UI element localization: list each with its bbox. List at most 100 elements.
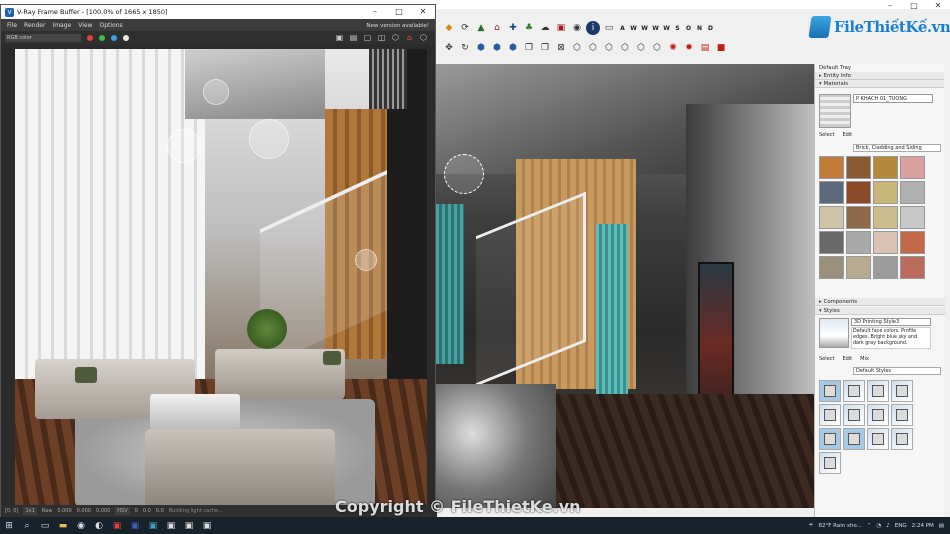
material-swatch[interactable] [819,256,844,279]
style-item[interactable] [843,380,865,402]
materials-header[interactable]: ▾ Materials [815,80,944,88]
lens-effects-icon[interactable]: ⬡ [390,33,401,43]
maximize-button[interactable]: □ [902,0,926,11]
minimize-button[interactable]: – [363,5,387,19]
app-icon[interactable]: ▣ [108,517,126,534]
style-item[interactable] [819,380,841,402]
vray-asset-editor-icon[interactable]: ▤ [698,41,712,55]
material-swatch[interactable] [900,231,925,254]
toolbar-letter[interactable]: W [651,21,660,35]
stop-icon[interactable]: ⬡ [418,33,429,43]
menu-file[interactable]: File [7,22,17,29]
sketchup-viewport[interactable] [436,64,814,508]
style-item[interactable] [891,404,913,426]
network-icon[interactable]: ◔ [876,523,881,529]
start-icon[interactable]: ⊞ [0,517,18,534]
tree-icon[interactable]: ♣ [522,21,536,35]
styles-header[interactable]: ▾ Styles [815,307,945,315]
style-library-select[interactable]: Default Styles [853,367,941,375]
green-channel-toggle[interactable] [99,34,105,41]
move-icon[interactable]: ✥ [442,41,456,55]
iso-view-icon[interactable]: ⬢ [474,41,488,55]
style-item[interactable] [867,404,889,426]
material-swatch[interactable] [900,181,925,204]
xray-icon[interactable]: ⬡ [570,41,584,55]
material-swatch[interactable] [873,231,898,254]
style-item[interactable] [843,428,865,450]
material-swatch[interactable] [846,256,871,279]
style-item[interactable] [843,404,865,426]
top-view-icon[interactable]: ⬢ [490,41,504,55]
app-icon[interactable]: ▣ [180,517,198,534]
material-library-select[interactable]: Brick, Cladding and Siding [853,144,941,152]
material-swatch[interactable] [846,231,871,254]
file-explorer-icon[interactable]: ▬ [54,517,72,534]
color-mode-select[interactable]: HSV [115,507,130,515]
warehouse-icon[interactable]: ⌂ [490,21,504,35]
toolbar-letter[interactable]: N [695,21,704,35]
textured-icon[interactable]: ⬡ [634,41,648,55]
menu-view[interactable]: View [78,22,92,29]
right-view-icon[interactable]: ❐ [522,41,536,55]
app-icon[interactable]: ◉ [72,517,90,534]
globe-icon[interactable]: ◉ [570,21,584,35]
components-header[interactable]: ▸ Components [815,298,945,306]
rotate-icon[interactable]: ↻ [458,41,472,55]
style-item[interactable] [867,428,889,450]
material-swatch[interactable] [846,156,871,179]
tab-mix[interactable]: Mix [860,356,869,362]
save-all-icon[interactable]: ▤ [348,33,359,43]
material-swatch[interactable] [900,256,925,279]
tab-select[interactable]: Select [819,132,834,138]
render-image[interactable] [15,49,427,507]
close-button[interactable]: ✕ [926,0,950,11]
entity-info-header[interactable]: ▸ Entity Info [815,72,944,80]
region-icon[interactable]: ◫ [376,33,387,43]
material-swatch[interactable] [900,206,925,229]
blue-channel-toggle[interactable] [111,34,117,41]
material-swatch[interactable] [819,156,844,179]
wireframe-icon[interactable]: ⬡ [586,41,600,55]
toolbar-letter[interactable]: W [662,21,671,35]
material-swatch[interactable] [846,181,871,204]
pan-icon[interactable]: ▲ [474,21,488,35]
save-icon[interactable]: ▣ [334,33,345,43]
material-swatch[interactable] [819,231,844,254]
vray-interactive-icon[interactable]: ✹ [682,41,696,55]
style-item[interactable] [891,428,913,450]
menu-render[interactable]: Render [24,22,45,29]
material-swatch[interactable] [873,181,898,204]
extension-icon[interactable]: ▣ [554,21,568,35]
style-name-field[interactable]: 3D Printing Style3 [851,318,931,326]
paint-bucket-icon[interactable]: ◆ [442,21,456,35]
front-view-icon[interactable]: ⬢ [506,41,520,55]
style-item[interactable] [867,380,889,402]
app-icon[interactable]: ▣ [198,517,216,534]
clock[interactable]: 2:24 PM [912,523,934,529]
eraser-icon[interactable]: ▭ [602,21,616,35]
new-version-notice[interactable]: New version available! [366,23,429,29]
zoom-select[interactable]: 1x1 [23,507,37,515]
material-swatch[interactable] [873,256,898,279]
style-item[interactable] [819,428,841,450]
tray-overflow-icon[interactable]: ⌃ [867,523,872,529]
material-name-field[interactable]: P KHACH 01_TUONG [853,94,933,103]
material-swatch[interactable] [846,206,871,229]
language-indicator[interactable]: ENG [895,523,907,529]
material-swatch[interactable] [873,156,898,179]
style-item[interactable] [819,452,841,474]
notifications-icon[interactable]: ▤ [939,523,944,529]
tab-edit[interactable]: Edit [842,132,852,138]
minimize-button[interactable]: – [878,0,902,11]
toolbar-letter[interactable]: W [629,21,638,35]
style-item[interactable] [819,404,841,426]
toolbar-letter[interactable]: S [673,21,682,35]
left-view-icon[interactable]: ⊠ [554,41,568,55]
orbit-icon[interactable]: ⟳ [458,21,472,35]
red-channel-toggle[interactable] [87,34,93,41]
alpha-channel-toggle[interactable] [123,34,129,41]
clear-icon[interactable]: ▢ [362,33,373,43]
toolbar-letter[interactable]: W [640,21,649,35]
material-swatch[interactable] [819,206,844,229]
back-view-icon[interactable]: ❐ [538,41,552,55]
